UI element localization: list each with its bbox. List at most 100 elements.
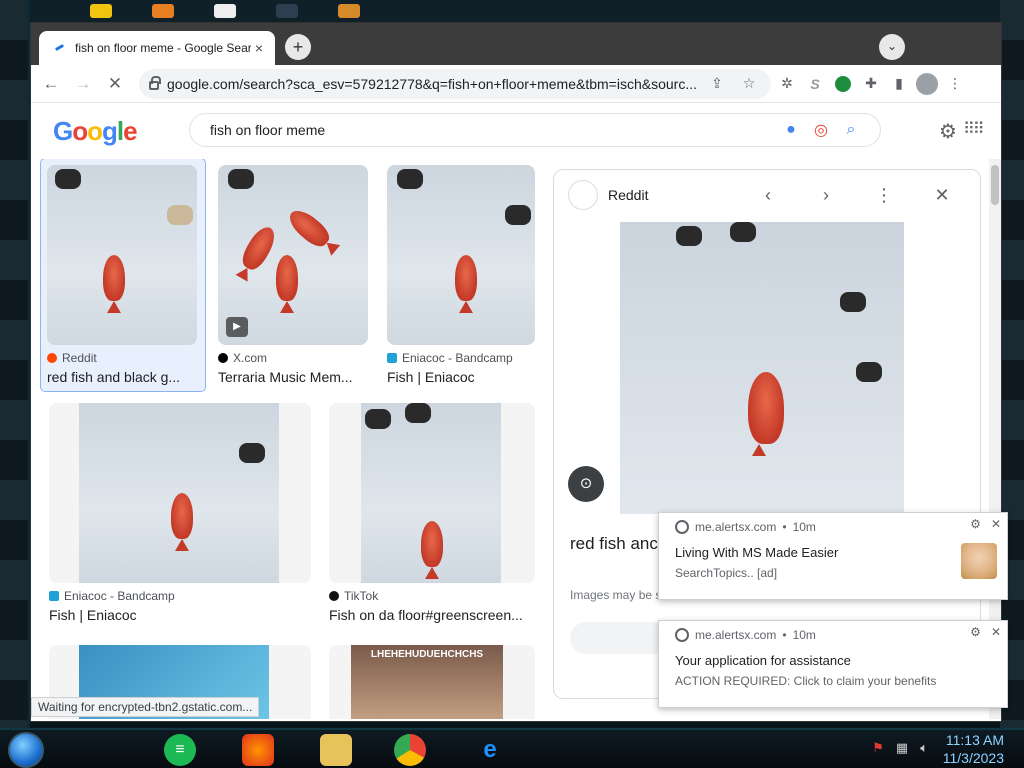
bandcamp-icon (49, 591, 59, 601)
url-text[interactable]: google.com/search?sca_esv=579212778&q=fi… (167, 76, 697, 92)
stop-button[interactable]: ✕ (101, 70, 129, 98)
shoe-shape (239, 443, 265, 463)
close-icon[interactable]: ✕ (918, 185, 966, 206)
fish-shape (237, 222, 281, 274)
taskbar: ≡ e ⚑ ▦ 🔈︎ 11:13 AM 11/3/2023 (0, 728, 1024, 768)
volume-icon[interactable]: 🔈︎ (920, 740, 928, 756)
search-box[interactable]: fish on floor meme ● ◎ ⌕ (189, 113, 881, 147)
microphone-icon[interactable]: ● (776, 121, 806, 139)
x-icon (218, 353, 228, 363)
chevron-left-icon[interactable]: ‹ (744, 185, 792, 206)
desktop-icon[interactable] (276, 4, 298, 18)
result-card[interactable]: TikTok Fish on da floor#greenscreen... (329, 403, 535, 623)
shoe-shape (405, 403, 431, 423)
result-caption[interactable]: red fish and black g... (47, 369, 199, 385)
settings-gear-icon[interactable]: ⚙ (939, 119, 957, 144)
network-icon[interactable]: ▦ (896, 740, 908, 756)
flag-icon[interactable]: ⚑ (872, 740, 884, 756)
gear-icon[interactable]: ⚙ (970, 625, 981, 639)
desktop-icon[interactable] (152, 4, 174, 18)
loading-icon (53, 41, 67, 55)
notification-card[interactable]: me.alertsx.com • 10m ⚙ ✕ Your application… (658, 620, 1008, 708)
profile-avatar[interactable] (915, 72, 939, 96)
file-explorer-icon[interactable] (320, 734, 352, 766)
system-clock[interactable]: 11:13 AM 11/3/2023 (943, 731, 1004, 767)
lock-icon[interactable] (149, 75, 161, 90)
reddit-icon (47, 353, 57, 363)
bandcamp-icon (387, 353, 397, 363)
share-icon[interactable]: ⇪ (705, 72, 729, 96)
result-caption[interactable]: Fish on da floor#greenscreen... (329, 607, 535, 623)
desktop-icon[interactable] (90, 4, 112, 18)
notification-card[interactable]: me.alertsx.com • 10m ⚙ ✕ Living With MS M… (658, 512, 1008, 600)
result-card[interactable]: Eniacoc - Bandcamp Fish | Eniacoc (49, 403, 311, 623)
notification-title: Your application for assistance (675, 653, 851, 668)
shoe-shape (840, 292, 866, 312)
result-card[interactable]: Reddit red fish and black g... (40, 159, 206, 392)
more-dots-icon[interactable]: ⋮ (860, 185, 908, 206)
clock-date: 11/3/2023 (942, 750, 1004, 766)
result-thumbnail[interactable] (387, 165, 535, 345)
tab-active[interactable]: fish on floor meme - Google Search × (39, 31, 275, 65)
desktop-icon[interactable] (338, 4, 360, 18)
preview-source[interactable]: Reddit (608, 187, 734, 203)
notification-body: SearchTopics.. [ad] (675, 566, 778, 580)
extension-bee-icon[interactable]: ✲ (775, 72, 799, 96)
internet-explorer-icon[interactable]: e (474, 734, 506, 766)
extension-green-icon[interactable] (831, 72, 855, 96)
lens-icon[interactable]: ◎ (806, 120, 836, 140)
gear-icon[interactable]: ⚙ (970, 517, 981, 531)
google-logo[interactable]: Google (53, 116, 193, 147)
star-icon[interactable]: ☆ (737, 72, 761, 96)
notification-site: me.alertsx.com (695, 628, 777, 642)
result-caption[interactable]: Fish | Eniacoc (49, 607, 311, 623)
shoe-shape (365, 409, 391, 429)
apps-grid-icon[interactable]: ⠿⠿ (963, 119, 984, 139)
back-button[interactable]: ← (37, 70, 65, 98)
extension-s-icon[interactable]: S (803, 72, 827, 96)
shoe-shape (676, 226, 702, 246)
spotify-icon[interactable]: ≡ (164, 734, 196, 766)
extensions-puzzle-icon[interactable]: ✚ (859, 72, 883, 96)
fish-shape (103, 255, 125, 301)
result-caption[interactable]: Terraria Music Mem... (218, 369, 368, 385)
menu-dots-icon[interactable]: ⋮ (943, 72, 967, 96)
forward-button[interactable]: → (69, 70, 97, 98)
shoe-shape (167, 205, 193, 225)
result-caption[interactable]: Fish | Eniacoc (387, 369, 535, 385)
search-query[interactable]: fish on floor meme (210, 122, 776, 138)
desktop-icon[interactable] (214, 4, 236, 18)
scrollbar-thumb[interactable] (991, 165, 999, 205)
fish-shape (748, 372, 784, 444)
chrome-icon[interactable] (394, 734, 426, 766)
result-thumbnail[interactable] (49, 403, 311, 583)
image-results-grid: Reddit red fish and black g... ▶ X.com T… (31, 159, 561, 719)
result-thumbnail[interactable] (329, 403, 535, 583)
search-icon[interactable]: ⌕ (836, 121, 866, 139)
side-panel-icon[interactable]: ▮ (887, 72, 911, 96)
shoe-shape (730, 222, 756, 242)
result-source: Eniacoc - Bandcamp (49, 589, 311, 603)
chrome-icon (675, 628, 689, 642)
address-bar[interactable]: google.com/search?sca_esv=579212778&q=fi… (139, 68, 771, 99)
chevron-right-icon[interactable]: › (802, 185, 850, 206)
result-thumbnail[interactable]: ▶ (218, 165, 368, 345)
result-card[interactable]: Eniacoc - Bandcamp Fish | Eniacoc (387, 165, 535, 385)
notification-age: 10m (792, 628, 816, 642)
result-card[interactable]: LHEHEHUDUEHCHCHS (329, 645, 535, 719)
firefox-icon[interactable] (242, 734, 274, 766)
close-icon[interactable]: ✕ (991, 625, 1001, 639)
close-icon[interactable]: × (251, 40, 267, 56)
google-header: Google fish on floor meme ● ◎ ⌕ ⚙ ⠿⠿ (31, 103, 1001, 159)
result-card[interactable]: ▶ X.com Terraria Music Mem... (218, 165, 368, 385)
close-icon[interactable]: ✕ (991, 517, 1001, 531)
lens-search-button[interactable]: ⊙ (568, 466, 604, 502)
desktop-icons-row (90, 0, 450, 22)
result-thumbnail[interactable] (47, 165, 197, 345)
start-button[interactable] (8, 732, 44, 768)
notification-title: Living With MS Made Easier (675, 545, 839, 560)
tab-search-button[interactable]: ⌄ (879, 34, 905, 60)
new-tab-button[interactable]: + (285, 34, 311, 60)
preview-image[interactable] (620, 222, 904, 514)
result-thumbnail[interactable]: LHEHEHUDUEHCHCHS (329, 645, 535, 719)
